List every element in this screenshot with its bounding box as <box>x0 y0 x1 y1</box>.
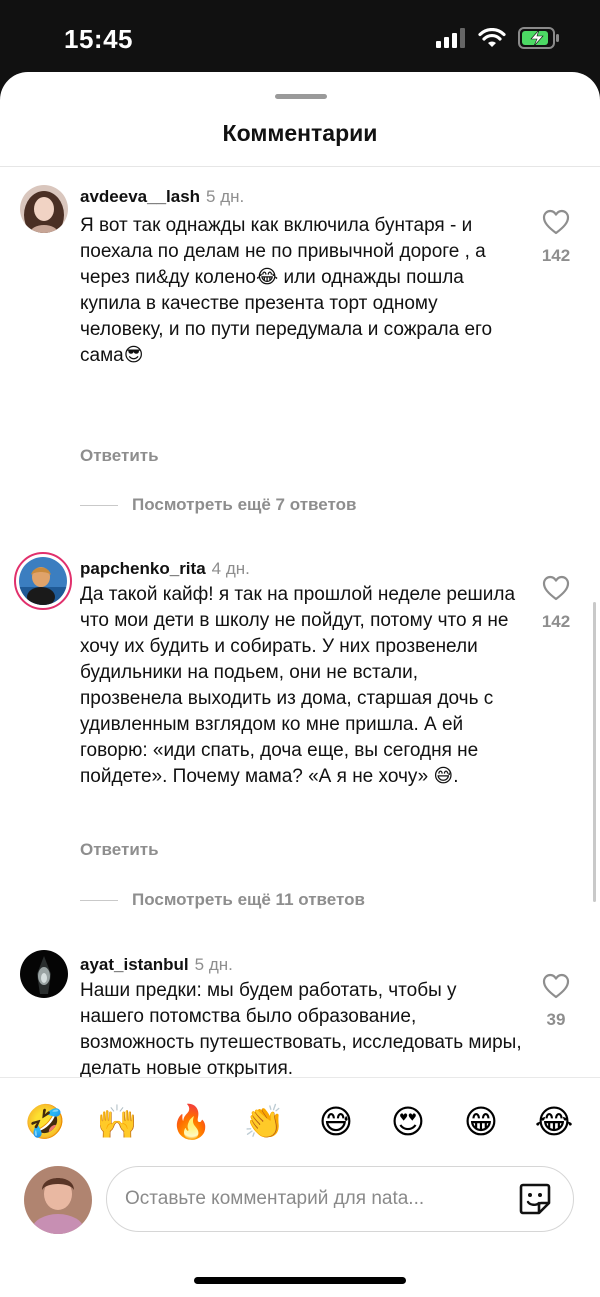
emoji-button[interactable]: 😂 <box>532 1100 576 1144</box>
emoji-bar: 🤣 🙌 🔥 👏 😅 😍 😁 😂 <box>0 1077 600 1168</box>
battery-charging-icon <box>518 27 559 49</box>
comment-time: 5 дн. <box>194 955 233 974</box>
avatar[interactable] <box>14 552 72 610</box>
avatar[interactable] <box>20 185 68 233</box>
like-count: 39 <box>546 1010 566 1029</box>
emoji-button[interactable]: 🤣 <box>23 1100 67 1144</box>
reply-button[interactable]: Ответить <box>80 840 159 860</box>
view-more-replies[interactable]: Посмотреть ещё 11 ответов <box>80 890 365 910</box>
sheet-title: Комментарии <box>222 120 378 146</box>
view-more-label: Посмотреть ещё 7 ответов <box>132 495 357 514</box>
scrollbar[interactable] <box>593 602 596 902</box>
view-more-line <box>80 504 118 506</box>
avatar[interactable] <box>20 950 68 998</box>
comment-header: papchenko_rita 4 дн. <box>80 559 250 579</box>
comment-time: 5 дн. <box>206 187 245 206</box>
heart-outline-icon[interactable] <box>542 973 570 999</box>
view-more-label: Посмотреть ещё 11 ответов <box>132 890 365 909</box>
home-indicator[interactable] <box>194 1277 406 1284</box>
status-icons <box>436 27 560 49</box>
status-bar: 15:45 <box>0 0 600 80</box>
like-count: 142 <box>541 612 571 631</box>
reply-button[interactable]: Ответить <box>80 446 159 466</box>
signal-icon <box>436 28 465 48</box>
comment-username[interactable]: ayat_istanbul <box>80 955 189 974</box>
comments-sheet: Комментарии avdeeva__lash 5 дн. Я вот так… <box>0 72 600 1297</box>
comment-input[interactable]: Оставьте комментарий для nata... <box>106 1166 574 1232</box>
heart-outline-icon[interactable] <box>542 575 570 601</box>
current-user-avatar[interactable] <box>24 1166 92 1234</box>
like-control: 39 <box>534 973 578 1030</box>
comment-input-placeholder: Оставьте комментарий для nata... <box>125 1188 425 1209</box>
like-control: 142 <box>534 575 578 632</box>
comment-username[interactable]: avdeeva__lash <box>80 187 200 206</box>
heart-outline-icon[interactable] <box>542 209 570 235</box>
emoji-button[interactable]: 👏 <box>242 1100 286 1144</box>
like-count: 142 <box>541 246 571 265</box>
like-control: 142 <box>534 209 578 266</box>
comment-composer: Оставьте комментарий для nata... <box>0 1162 600 1242</box>
comment-header: avdeeva__lash 5 дн. <box>80 187 244 207</box>
emoji-button[interactable]: 😅 <box>314 1100 358 1144</box>
status-time: 15:45 <box>64 24 133 54</box>
comment-time: 4 дн. <box>211 559 250 578</box>
comments-list[interactable]: avdeeva__lash 5 дн. Я вот так однажды как… <box>0 167 600 1077</box>
comment-username[interactable]: papchenko_rita <box>80 559 206 578</box>
emoji-button[interactable]: 😁 <box>459 1100 503 1144</box>
comment-header: ayat_istanbul 5 дн. <box>80 955 233 975</box>
sticker-icon[interactable] <box>517 1181 553 1217</box>
comment-text: Да такой кайф! я так на прошлой неделе р… <box>80 584 521 787</box>
emoji-button[interactable]: 😍 <box>386 1100 430 1144</box>
comment-text: Наши предки: мы будем работать, чтобы у … <box>80 980 522 1077</box>
emoji-button[interactable]: 🔥 <box>169 1100 213 1144</box>
view-more-replies[interactable]: Посмотреть ещё 7 ответов <box>80 495 356 515</box>
view-more-line <box>80 899 118 901</box>
comment-text: Я вот так однажды как включила бунтаря -… <box>80 215 498 366</box>
emoji-button[interactable]: 🙌 <box>95 1100 139 1144</box>
wifi-icon <box>478 28 506 47</box>
sheet-grabber[interactable] <box>275 94 327 99</box>
